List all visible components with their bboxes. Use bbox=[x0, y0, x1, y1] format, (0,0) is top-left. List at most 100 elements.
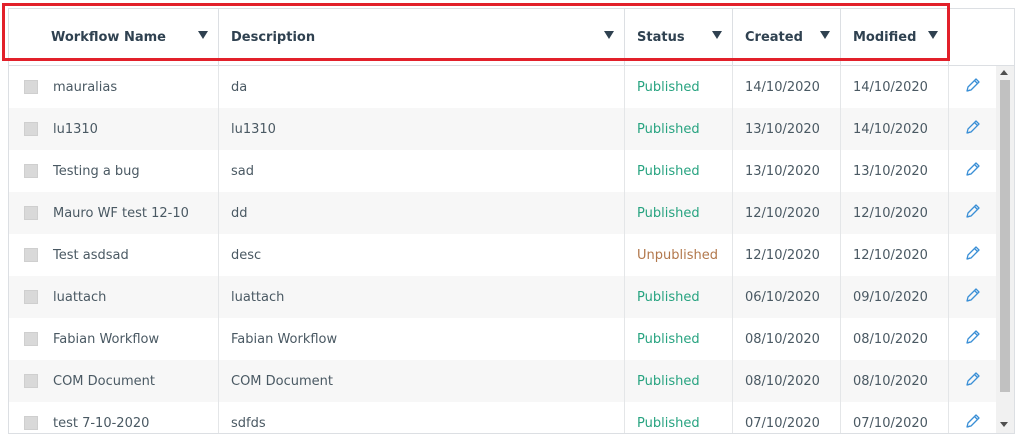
status-cell: Published bbox=[625, 66, 733, 108]
edit-button[interactable] bbox=[949, 192, 996, 234]
scroll-down-arrow-icon[interactable] bbox=[1000, 422, 1008, 427]
row-checkbox-icon[interactable] bbox=[24, 164, 38, 178]
status-badge: Published bbox=[637, 79, 700, 95]
created-date: 08/10/2020 bbox=[745, 373, 820, 389]
pencil-icon[interactable] bbox=[964, 286, 982, 308]
row-checkbox-icon[interactable] bbox=[24, 290, 38, 304]
modified-cell: 08/10/2020 bbox=[841, 318, 949, 360]
workflow-description: sdfds bbox=[231, 415, 266, 431]
status-badge: Unpublished bbox=[637, 247, 718, 263]
vertical-scrollbar[interactable] bbox=[996, 66, 1014, 433]
description-cell: Fabian Workflow bbox=[219, 318, 625, 360]
created-cell: 08/10/2020 bbox=[733, 360, 841, 402]
workflow-description: Fabian Workflow bbox=[231, 331, 338, 347]
workflow-name-cell[interactable]: Testing a bug bbox=[9, 150, 219, 192]
pencil-icon[interactable] bbox=[964, 76, 982, 98]
pencil-icon[interactable] bbox=[964, 370, 982, 392]
header-highlight-box bbox=[2, 3, 950, 61]
row-checkbox-icon[interactable] bbox=[24, 206, 38, 220]
created-cell: 06/10/2020 bbox=[733, 276, 841, 318]
status-badge: Published bbox=[637, 373, 700, 389]
edit-button[interactable] bbox=[949, 108, 996, 150]
status-cell: Published bbox=[625, 150, 733, 192]
workflow-description: da bbox=[231, 79, 248, 95]
row-checkbox-icon[interactable] bbox=[24, 416, 38, 430]
scroll-thumb[interactable] bbox=[1000, 80, 1010, 392]
modified-cell: 13/10/2020 bbox=[841, 150, 949, 192]
modified-date: 08/10/2020 bbox=[853, 373, 928, 389]
status-badge: Published bbox=[637, 331, 700, 347]
table-row[interactable]: Test asdsad desc Unpublished 12/10/2020 12/1… bbox=[9, 234, 996, 276]
table-row[interactable]: Mauro WF test 12-10 dd Published 12/10/2020… bbox=[9, 192, 996, 234]
row-checkbox-icon[interactable] bbox=[24, 122, 38, 136]
scroll-up-arrow-icon[interactable] bbox=[1000, 70, 1008, 75]
edit-button[interactable] bbox=[949, 402, 996, 433]
status-cell: Published bbox=[625, 402, 733, 433]
workflow-name: Mauro WF test 12-10 bbox=[53, 205, 189, 221]
table-row[interactable]: luattach luattach Published 06/10/2020 09/10… bbox=[9, 276, 996, 318]
description-cell: COM Document bbox=[219, 360, 625, 402]
pencil-icon[interactable] bbox=[964, 118, 982, 140]
row-checkbox-icon[interactable] bbox=[24, 248, 38, 262]
table-row[interactable]: Testing a bug sad Published 13/10/2020 13/10… bbox=[9, 150, 996, 192]
workflow-description: dd bbox=[231, 205, 248, 221]
status-badge: Published bbox=[637, 415, 700, 431]
pencil-icon[interactable] bbox=[964, 160, 982, 182]
workflow-name-cell[interactable]: test 7-10-2020 bbox=[9, 402, 219, 433]
created-date: 13/10/2020 bbox=[745, 163, 820, 179]
workflow-name-cell[interactable]: luattach bbox=[9, 276, 219, 318]
edit-button[interactable] bbox=[949, 360, 996, 402]
pencil-icon[interactable] bbox=[964, 412, 982, 433]
row-checkbox-icon[interactable] bbox=[24, 80, 38, 94]
modified-date: 07/10/2020 bbox=[853, 415, 928, 431]
workflow-name: luattach bbox=[53, 289, 107, 305]
row-checkbox-icon[interactable] bbox=[24, 332, 38, 346]
created-date: 08/10/2020 bbox=[745, 331, 820, 347]
edit-button[interactable] bbox=[949, 318, 996, 360]
status-badge: Published bbox=[637, 205, 700, 221]
edit-button[interactable] bbox=[949, 150, 996, 192]
status-badge: Published bbox=[637, 163, 700, 179]
created-date: 13/10/2020 bbox=[745, 121, 820, 137]
modified-date: 09/10/2020 bbox=[853, 289, 928, 305]
workflow-description: luattach bbox=[231, 289, 285, 305]
pencil-icon[interactable] bbox=[964, 202, 982, 224]
created-cell: 07/10/2020 bbox=[733, 402, 841, 433]
workflow-name-cell[interactable]: Test asdsad bbox=[9, 234, 219, 276]
table-row[interactable]: mauralias da Published 14/10/2020 14/10/2020 bbox=[9, 66, 996, 108]
pencil-icon[interactable] bbox=[964, 328, 982, 350]
table-row[interactable]: test 7-10-2020 sdfds Published 07/10/2020 07… bbox=[9, 402, 996, 433]
workflow-name-cell[interactable]: Fabian Workflow bbox=[9, 318, 219, 360]
workflow-name-cell[interactable]: mauralias bbox=[9, 66, 219, 108]
description-cell: luattach bbox=[219, 276, 625, 318]
modified-cell: 09/10/2020 bbox=[841, 276, 949, 318]
workflow-name: Testing a bug bbox=[53, 163, 140, 179]
table-row[interactable]: lu1310 lu1310 Published 13/10/2020 14/10/202… bbox=[9, 108, 996, 150]
workflow-name-cell[interactable]: COM Document bbox=[9, 360, 219, 402]
pencil-icon[interactable] bbox=[964, 244, 982, 266]
created-date: 14/10/2020 bbox=[745, 79, 820, 95]
modified-date: 08/10/2020 bbox=[853, 331, 928, 347]
created-cell: 12/10/2020 bbox=[733, 192, 841, 234]
table-row[interactable]: COM Document COM Document Published 08/10/2… bbox=[9, 360, 996, 402]
modified-cell: 12/10/2020 bbox=[841, 234, 949, 276]
workflow-grid: Workflow Name Description Status Created… bbox=[8, 8, 1015, 434]
workflow-name: COM Document bbox=[53, 373, 156, 389]
grid-body: mauralias da Published 14/10/2020 14/10/2020… bbox=[9, 66, 996, 433]
status-cell: Published bbox=[625, 360, 733, 402]
modified-date: 12/10/2020 bbox=[853, 205, 928, 221]
modified-date: 14/10/2020 bbox=[853, 79, 928, 95]
workflow-name: mauralias bbox=[53, 79, 118, 95]
workflow-name-cell[interactable]: Mauro WF test 12-10 bbox=[9, 192, 219, 234]
table-row[interactable]: Fabian Workflow Fabian Workflow Published 0… bbox=[9, 318, 996, 360]
modified-cell: 14/10/2020 bbox=[841, 108, 949, 150]
edit-button[interactable] bbox=[949, 234, 996, 276]
status-badge: Published bbox=[637, 289, 700, 305]
workflow-name-cell[interactable]: lu1310 bbox=[9, 108, 219, 150]
description-cell: da bbox=[219, 66, 625, 108]
workflow-name: test 7-10-2020 bbox=[53, 415, 150, 431]
edit-button[interactable] bbox=[949, 66, 996, 108]
modified-date: 13/10/2020 bbox=[853, 163, 928, 179]
row-checkbox-icon[interactable] bbox=[24, 374, 38, 388]
edit-button[interactable] bbox=[949, 276, 996, 318]
